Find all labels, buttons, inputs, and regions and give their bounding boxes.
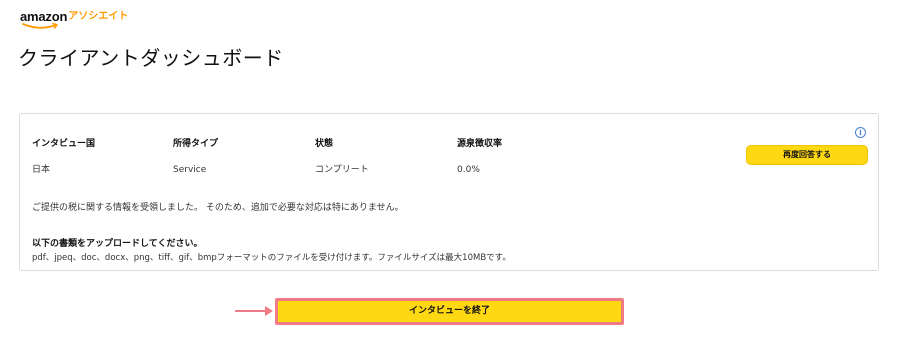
logo-subtitle: アソシエイト <box>68 11 129 22</box>
column-value: 日本 <box>32 165 51 175</box>
column-interview-country: インタビュー国 日本 <box>32 138 95 176</box>
column-value: Service <box>173 165 207 175</box>
arrow-right-icon <box>235 306 273 316</box>
logo-smile-icon <box>22 22 59 29</box>
page-title: クライアントダッシュボード <box>18 46 284 70</box>
column-header: 所得タイプ <box>173 139 219 149</box>
info-icon[interactable]: i <box>855 127 866 138</box>
tax-info-received-message: ご提供の税に関する情報を受領しました。 そのため、追加で必要な対応は特にありませ… <box>32 203 404 213</box>
column-header: 状態 <box>315 139 334 149</box>
interview-summary-card: i インタビュー国 日本 所得タイプ Service 状態 コンプリート 源泉徴… <box>19 113 879 271</box>
column-value: コンプリート <box>315 165 369 175</box>
retry-answer-button[interactable]: 再度回答する <box>746 145 868 165</box>
column-income-type: 所得タイプ Service <box>173 138 218 176</box>
amazon-associates-logo: amazon アソシエイト <box>20 10 128 32</box>
column-withholding-rate: 源泉徴収率 0.0% <box>457 138 502 176</box>
column-header: 源泉徴収率 <box>457 139 503 149</box>
column-status: 状態 コンプリート <box>315 138 369 176</box>
column-header: インタビュー国 <box>32 139 96 149</box>
column-value: 0.0% <box>457 165 480 175</box>
upload-file-format-note: pdf、jpeq、doc、docx、png、tiff、gif、bmpフォーマット… <box>32 253 511 263</box>
end-interview-button[interactable]: インタビューを終了 <box>275 298 624 325</box>
upload-documents-title: 以下の書類をアップロードしてください。 <box>32 239 203 249</box>
